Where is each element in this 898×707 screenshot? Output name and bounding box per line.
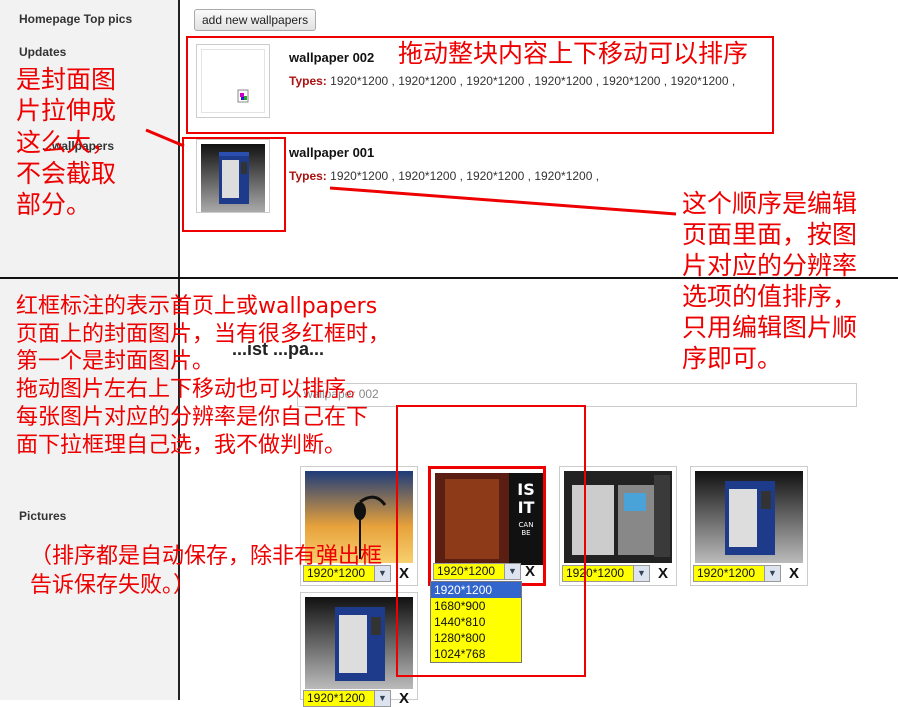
annotation-main: 红框标注的表示首页上或wallpapers 页面上的封面图片，当有很多红框时， … <box>16 294 391 458</box>
resolution-value: 1920*1200 <box>697 566 756 580</box>
picture-tile[interactable]: 1920*1200 ▼ X <box>690 466 808 586</box>
sidebar-item-pictures[interactable]: Pictures <box>19 509 66 523</box>
arrow-line <box>329 186 677 216</box>
resolution-select[interactable]: 1920*1200 ▼ <box>303 690 391 707</box>
annotation-arrows <box>145 128 677 216</box>
chevron-down-icon[interactable]: ▼ <box>374 691 390 706</box>
top-panel: Homepage Top pics Updates ...wallpapers … <box>0 0 898 373</box>
delete-button[interactable]: X <box>395 690 413 707</box>
chevron-down-icon[interactable]: ▼ <box>764 566 780 581</box>
bottom-panel: Pictures ...ist ...pa... wallpaper 002 1… <box>0 279 898 707</box>
resolution-select[interactable]: 1920*1200 ▼ <box>693 565 781 582</box>
annotation-box-dropdown <box>396 405 586 677</box>
delete-button[interactable]: X <box>654 565 672 582</box>
chevron-down-icon[interactable]: ▼ <box>633 566 649 581</box>
resolution-value: 1920*1200 <box>307 691 366 705</box>
vending-machine-image <box>695 471 803 563</box>
arrow-line <box>145 128 185 148</box>
delete-button[interactable]: X <box>785 565 803 582</box>
annotation-autosave: （排序都是自动保存，除非有弹出框 告诉保存失败。） <box>30 544 383 598</box>
